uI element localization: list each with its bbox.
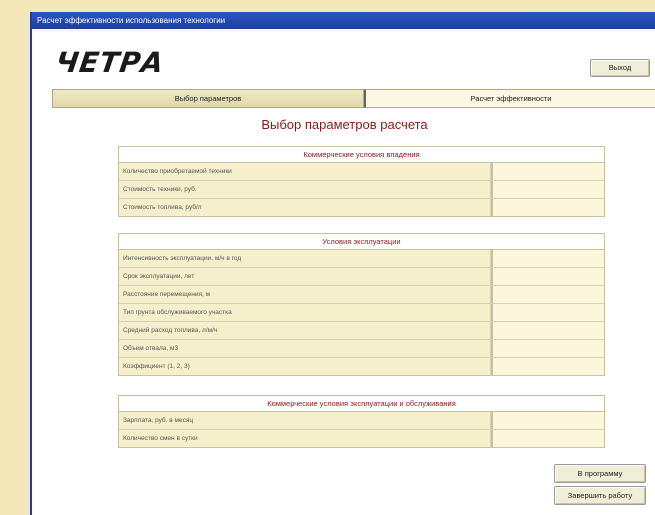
finish-button[interactable]: Завершить работу — [554, 486, 646, 505]
group-title: Коммерческие условия владения — [119, 147, 604, 163]
salary-field[interactable] — [491, 412, 604, 429]
fuel-consumption-field[interactable] — [491, 322, 604, 339]
operating-intensity-field[interactable] — [491, 250, 604, 267]
brand-logo: ЧЕТРА — [53, 46, 167, 79]
group-commercial-service: Коммерческие условия эксплуатации и обсл… — [118, 395, 605, 448]
field-label: Интенсивность эксплуатации, м/ч в год — [119, 250, 491, 267]
field-label: Расстояние перемещения, м — [119, 286, 491, 303]
form-row: Средний расход топлива, л/м/ч — [119, 322, 604, 340]
shifts-field[interactable] — [491, 430, 604, 447]
field-label: Срок эксплуатации, лет — [119, 268, 491, 285]
window-titlebar: Расчет эффективности использования техно… — [32, 12, 655, 29]
soil-type-field[interactable] — [491, 304, 604, 321]
page-title: Выбор параметров расчета — [261, 117, 428, 132]
distance-field[interactable] — [491, 286, 604, 303]
form-row: Тип грунта обслуживаемого участка — [119, 304, 604, 322]
quantity-field[interactable] — [491, 163, 604, 180]
field-label: Стоимость техники, руб. — [119, 181, 491, 198]
field-label: Количество смен в сутки — [119, 430, 491, 447]
form-row: Стоимость техники, руб. — [119, 181, 604, 199]
blade-volume-field[interactable] — [491, 340, 604, 357]
exit-button[interactable]: Выход — [590, 59, 650, 77]
service-life-field[interactable] — [491, 268, 604, 285]
group-title: Условия эксплуатации — [119, 234, 604, 250]
app-window: Расчет эффективности использования техно… — [30, 12, 655, 515]
machine-cost-field[interactable] — [491, 181, 604, 198]
tab-efficiency[interactable]: Расчет эффективности — [364, 89, 655, 108]
field-label: Зарплата, руб. в месяц — [119, 412, 491, 429]
field-label: Тип грунта обслуживаемого участка — [119, 304, 491, 321]
form-row: Количество смен в сутки — [119, 430, 604, 447]
to-program-button[interactable]: В программу — [554, 464, 646, 483]
field-label: Стоимость топлива, руб/л — [119, 199, 491, 216]
tab-parameters[interactable]: Выбор параметров — [52, 89, 364, 108]
field-label: Коэффициент (1, 2, 3) — [119, 358, 491, 375]
form-row: Коэффициент (1, 2, 3) — [119, 358, 604, 375]
form-row: Объем отвала, м3 — [119, 340, 604, 358]
field-label: Средний расход топлива, л/м/ч — [119, 322, 491, 339]
form-row: Расстояние перемещения, м — [119, 286, 604, 304]
form-row: Интенсивность эксплуатации, м/ч в год — [119, 250, 604, 268]
field-label: Объем отвала, м3 — [119, 340, 491, 357]
group-operating-conditions: Условия эксплуатации Интенсивность экспл… — [118, 233, 605, 376]
coefficient-field[interactable] — [491, 358, 604, 375]
group-title: Коммерческие условия эксплуатации и обсл… — [119, 396, 604, 412]
fuel-cost-field[interactable] — [491, 199, 604, 216]
form-row: Количество приобретаемой техники — [119, 163, 604, 181]
group-commercial-ownership: Коммерческие условия владения Количество… — [118, 146, 605, 217]
form-row: Срок эксплуатации, лет — [119, 268, 604, 286]
field-label: Количество приобретаемой техники — [119, 163, 491, 180]
form-row: Зарплата, руб. в месяц — [119, 412, 604, 430]
form-row: Стоимость топлива, руб/л — [119, 199, 604, 216]
